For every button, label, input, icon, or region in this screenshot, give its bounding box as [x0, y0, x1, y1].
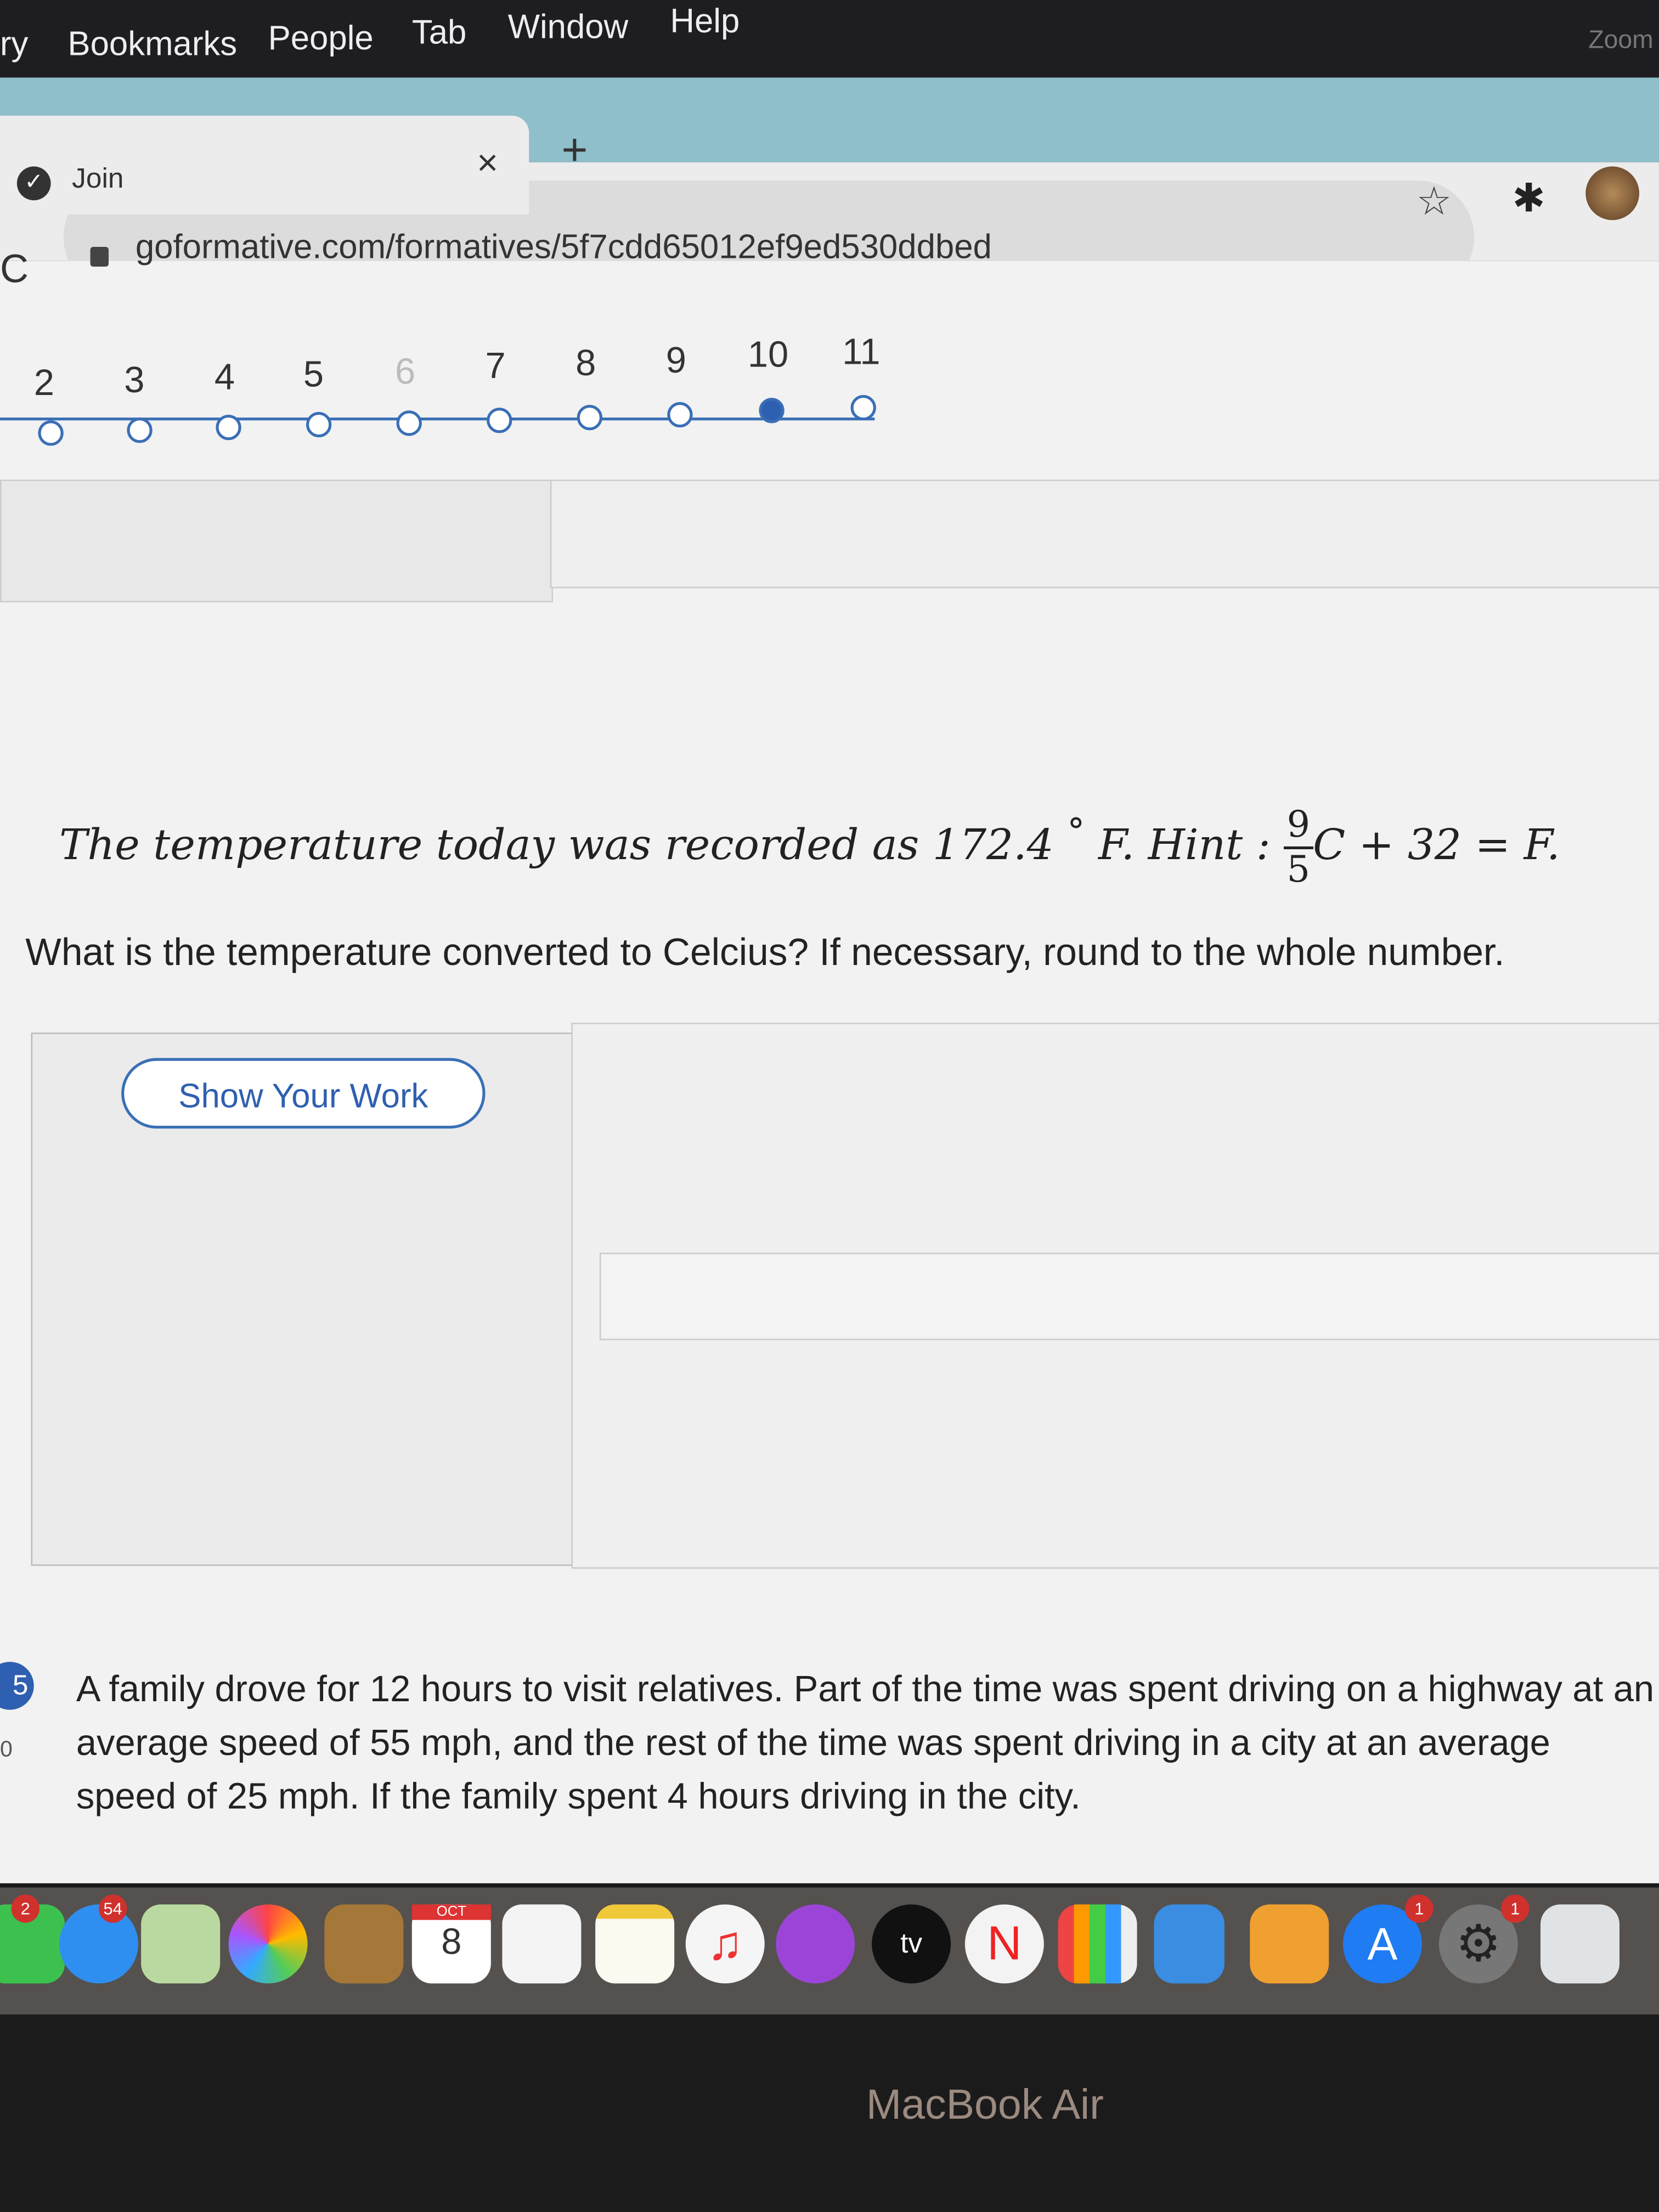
menu-people[interactable]: People — [268, 20, 374, 59]
header-panel-right — [550, 479, 1659, 589]
question-statement: The temperature today was recorded as 17… — [59, 821, 1054, 871]
fraction-denominator: 5 — [1286, 849, 1310, 892]
step-9-dot[interactable] — [667, 402, 693, 428]
laptop-bezel — [0, 2014, 1659, 2212]
zoom-app-label: Zoom — [1588, 25, 1654, 54]
answer-input[interactable] — [599, 1252, 1659, 1340]
photo-of-screen: ry Bookmarks People Tab Window Help Zoom… — [0, 0, 1659, 2212]
new-tab-button[interactable]: + — [561, 124, 588, 176]
step-2-dot[interactable] — [38, 420, 64, 446]
unit: F. — [1098, 821, 1135, 871]
preview-icon[interactable] — [1540, 1904, 1620, 1984]
check-favicon-icon: ✓ — [16, 166, 51, 201]
step-7-dot[interactable] — [487, 408, 512, 433]
step-label: 3 — [124, 358, 145, 401]
tv-label: tv — [900, 1928, 923, 1960]
step-11-dot[interactable] — [850, 394, 876, 421]
numbers-icon[interactable] — [1058, 1904, 1137, 1984]
calendar-month: OCT — [411, 1904, 491, 1920]
news-icon[interactable]: N — [964, 1904, 1044, 1984]
header-panel-left — [0, 479, 553, 602]
lock-icon — [90, 246, 109, 267]
show-your-work-button[interactable]: Show Your Work — [121, 1058, 486, 1129]
url-text[interactable]: goformative.com/formatives/5f7cdd65012ef… — [136, 229, 992, 268]
menu-bookmarks[interactable]: Bookmarks — [67, 25, 237, 65]
browser-tab-join[interactable]: ✓ Join × — [0, 115, 529, 215]
extensions-icon[interactable]: ✱ — [1513, 175, 1545, 222]
notes-icon[interactable] — [595, 1904, 675, 1984]
screen: ry Bookmarks People Tab Window Help Zoom… — [0, 0, 1659, 2212]
step-label: 5 — [303, 352, 324, 395]
question-prompt: What is the temperature converted to Cel… — [25, 931, 1505, 974]
music-icon[interactable]: ♫ — [685, 1904, 765, 1984]
step-label: 8 — [575, 341, 596, 384]
step-4-dot[interactable] — [216, 414, 241, 441]
app-store-badge: 1 — [1405, 1894, 1434, 1923]
menu-window[interactable]: Window — [508, 8, 628, 48]
pages-icon[interactable] — [1250, 1904, 1329, 1984]
contacts-icon[interactable] — [324, 1904, 404, 1984]
step-label: 10 — [747, 332, 789, 375]
keynote-icon[interactable] — [1154, 1904, 1224, 1984]
maps-icon[interactable] — [141, 1904, 221, 1984]
step-3-dot[interactable] — [127, 417, 153, 443]
podcasts-icon[interactable] — [776, 1904, 855, 1984]
question-text: The temperature today was recorded as 17… — [59, 804, 1560, 891]
next-question-text: A family drove for 12 hours to visit rel… — [76, 1667, 1655, 1817]
facetime-badge: 2 — [11, 1894, 40, 1923]
step-6-dot[interactable] — [396, 410, 422, 436]
step-label: 2 — [33, 361, 54, 404]
menu-tab[interactable]: Tab — [412, 14, 467, 54]
step-label: 11 — [842, 330, 881, 373]
fraction-numerator: 9 — [1284, 804, 1313, 849]
macbook-air-logo: MacBook Air — [866, 2082, 1104, 2129]
star-icon[interactable]: ☆ — [1417, 178, 1452, 224]
tab-title: Join — [72, 163, 124, 195]
question-points: 0 — [0, 1737, 13, 1762]
step-10-dot-current[interactable] — [759, 398, 785, 424]
avatar[interactable] — [1585, 166, 1639, 221]
menu-history[interactable]: ry — [0, 25, 28, 65]
fraction: 9 5 — [1284, 804, 1313, 891]
step-label: 9 — [665, 338, 686, 381]
photos-icon[interactable] — [228, 1904, 308, 1984]
step-label: 7 — [485, 344, 506, 387]
calendar-day: 8 — [441, 1920, 462, 1962]
messages-badge: 54 — [98, 1894, 127, 1923]
degree-symbol: ° — [1067, 811, 1085, 853]
step-label: 4 — [214, 355, 235, 398]
step-5-dot[interactable] — [306, 411, 332, 438]
calendar-icon[interactable]: OCT 8 — [411, 1904, 491, 1984]
reload-icon[interactable]: C — [0, 247, 29, 292]
step-8-dot[interactable] — [577, 404, 602, 431]
tv-icon[interactable]: tv — [872, 1904, 951, 1984]
step-label: 6 — [394, 349, 416, 392]
menu-help[interactable]: Help — [670, 3, 740, 42]
system-preferences-badge: 1 — [1500, 1894, 1530, 1923]
hint-formula: C + 32 = F. — [1313, 821, 1560, 871]
reminders-icon[interactable] — [502, 1904, 582, 1984]
hint-label: Hint : — [1148, 821, 1271, 871]
macos-menubar: ry Bookmarks People Tab Window Help Zoom — [0, 0, 1659, 78]
messages-icon[interactable] — [59, 1904, 138, 1984]
tab-close-icon[interactable]: × — [477, 141, 498, 185]
